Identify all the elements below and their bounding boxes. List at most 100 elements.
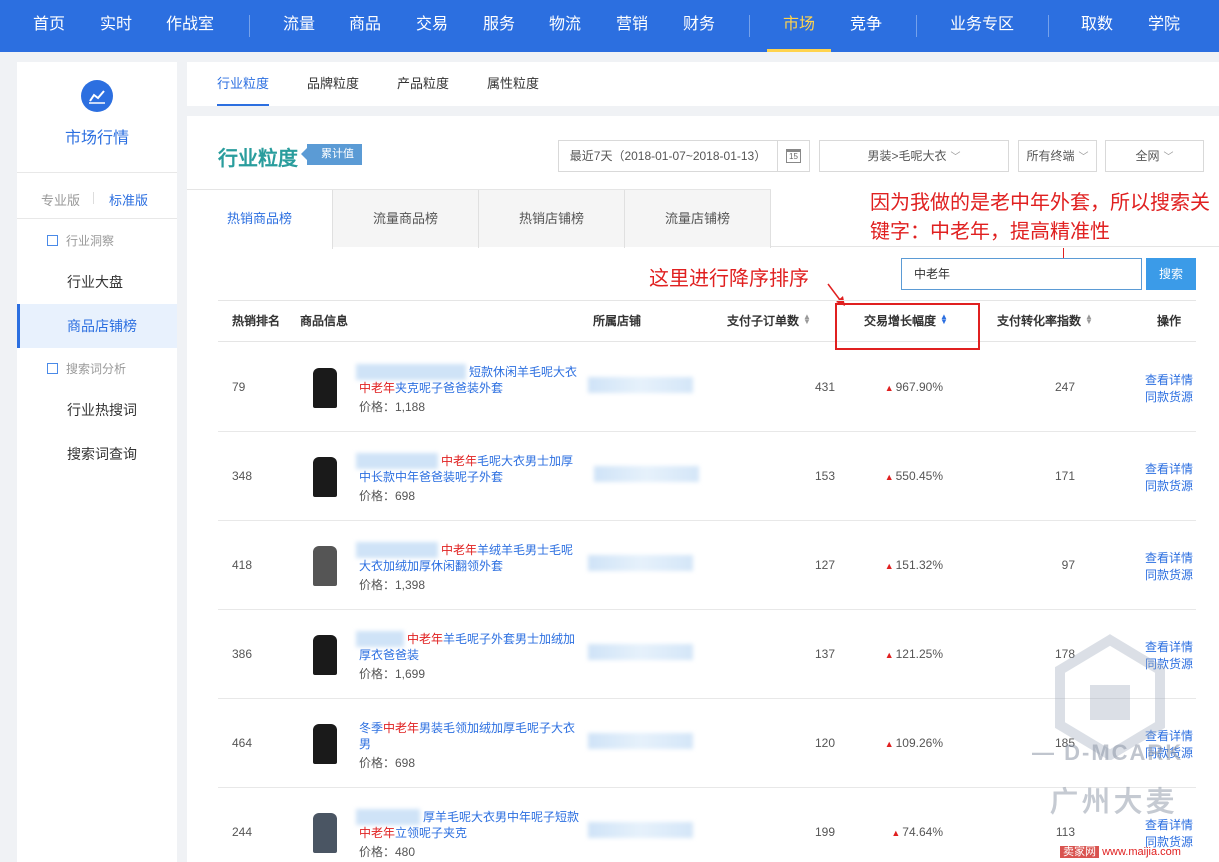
row-ops: 查看详情 同款货源 [1145, 372, 1193, 406]
sidebar-title: 市场行情 [64, 130, 129, 147]
building-icon [47, 235, 58, 246]
category-value: 男装>毛呢大衣 [867, 149, 947, 163]
shop-name-redacted[interactable] [588, 822, 693, 838]
sidebar-item-word-query[interactable]: 搜索词查询 [17, 432, 177, 476]
col-rank: 热销排名 [232, 314, 281, 328]
same-source-link[interactable]: 同款货源 [1145, 478, 1193, 495]
arrow-up-icon: ▲ [884, 472, 894, 482]
title-text: 立领呢子夹克 [395, 826, 468, 840]
tab-industry[interactable]: 行业粒度 [217, 62, 270, 106]
shop-name-redacted[interactable] [588, 733, 693, 749]
sort-annotation: 这里进行降序排序 [649, 266, 809, 290]
divider [17, 172, 177, 173]
coat-icon [313, 457, 337, 497]
product-thumbnail[interactable] [300, 364, 350, 412]
product-title-link[interactable]: 冬季中老年男装毛领加绒加厚毛呢子大衣男 [359, 720, 579, 752]
sort-icon[interactable]: ▲ ▼ [803, 313, 811, 326]
arrow-up-icon: ▲ [884, 739, 894, 749]
title-keyword: 中老年 [359, 826, 396, 840]
nav-finance[interactable]: 财务 [683, 0, 715, 52]
nav-home[interactable]: 首页 [33, 0, 65, 52]
col-orders[interactable]: 支付子订单数 ▲ ▼ [727, 301, 811, 341]
growth-value: ▲ 151.32% [868, 558, 943, 572]
network-select[interactable]: 全网 ﹀ [1105, 140, 1204, 172]
top-nav: 首页 实时 作战室 流量 商品 交易 服务 物流 营销 财务 市场 竞争 业务专… [0, 0, 1219, 52]
tab-traffic-shops[interactable]: 流量店铺榜 [625, 190, 771, 248]
nav-data[interactable]: 取数 [1081, 0, 1113, 52]
rank-tabs: 热销商品榜 流量商品榜 热销店铺榜 流量店铺榜 [187, 189, 771, 249]
shop-name-redacted[interactable] [588, 644, 693, 660]
product-title-link[interactable]: 厚羊毛呢大衣男中年呢子短款中老年立领呢子夹克 [359, 809, 579, 841]
product-title-link[interactable]: 中老年羊毛呢子外套男士加绒加厚衣爸爸装 [359, 631, 579, 663]
nav-academy[interactable]: 学院 [1148, 0, 1180, 52]
orders-value: 153 [814, 469, 835, 483]
tab-attribute[interactable]: 属性粒度 [487, 62, 539, 106]
tab-hot-shops[interactable]: 热销店铺榜 [479, 190, 625, 248]
nav-trade[interactable]: 交易 [416, 0, 448, 52]
title-keyword: 中老年 [383, 721, 420, 735]
same-source-link[interactable]: 同款货源 [1145, 567, 1193, 584]
nav-divider [249, 15, 250, 37]
view-detail-link[interactable]: 查看详情 [1145, 550, 1193, 567]
sidebar-item-dashboard[interactable]: 行业大盘 [17, 260, 177, 304]
category-select[interactable]: 男装>毛呢大衣 ﹀ [819, 140, 1009, 172]
version-pro-tab[interactable]: 专业版 [41, 190, 80, 209]
conversion-value: 97 [1061, 558, 1075, 572]
nav-war-room[interactable]: 作战室 [166, 0, 214, 52]
nav-competition[interactable]: 竞争 [850, 0, 882, 52]
col-orders-label: 支付子订单数 [727, 314, 800, 328]
growth-text: 74.64% [902, 825, 943, 839]
keyword-annotation: 因为我做的是老中年外套，所以搜索关键字：中老年，提高精准性 [870, 190, 1210, 243]
sort-icon[interactable]: ▲ ▼ [1085, 313, 1093, 326]
date-range-picker[interactable]: 最近7天（2018-01-07~2018-01-13） 15 [558, 140, 810, 172]
nav-product[interactable]: 商品 [349, 0, 381, 52]
product-price: 价格：480 [359, 845, 416, 859]
product-thumbnail[interactable] [300, 631, 350, 679]
sidebar-item-shop-rank[interactable]: 商品店铺榜 [17, 304, 177, 348]
version-std-tab[interactable]: 标准版 [109, 190, 148, 209]
nav-traffic[interactable]: 流量 [283, 0, 315, 52]
title-text [359, 454, 441, 468]
row-rank: 79 [232, 380, 246, 394]
same-source-link[interactable]: 同款货源 [1145, 389, 1193, 406]
view-detail-link[interactable]: 查看详情 [1145, 372, 1193, 389]
title-text: 短款休闲羊毛呢大衣 [469, 365, 578, 379]
row-ops: 查看详情 同款货源 [1145, 550, 1193, 584]
terminal-select[interactable]: 所有终端 ﹀ [1018, 140, 1097, 172]
shop-name-redacted[interactable] [588, 555, 693, 571]
growth-text: 550.45% [895, 469, 943, 483]
nav-market[interactable]: 市场 [767, 0, 832, 52]
tab-traffic-products[interactable]: 流量商品榜 [333, 190, 479, 248]
product-title-link[interactable]: 短款休闲羊毛呢大衣中老年夹克呢子爸爸装外套 [359, 364, 579, 396]
product-thumbnail[interactable] [300, 453, 350, 501]
sidebar-item-hot-words[interactable]: 行业热搜词 [17, 388, 177, 432]
view-detail-link[interactable]: 查看详情 [1145, 461, 1193, 478]
nav-logistics[interactable]: 物流 [549, 0, 581, 52]
nav-business-zone[interactable]: 业务专区 [950, 0, 1014, 52]
nav-realtime[interactable]: 实时 [100, 0, 132, 52]
search-button[interactable]: 搜索 [1146, 258, 1196, 290]
tab-brand[interactable]: 品牌粒度 [307, 62, 359, 106]
tab-product[interactable]: 产品粒度 [397, 62, 449, 106]
col-conversion[interactable]: 支付转化率指数 ▲ ▼ [997, 301, 1093, 341]
shop-name-redacted[interactable] [588, 377, 693, 393]
nav-service[interactable]: 服务 [483, 0, 515, 52]
product-title-link[interactable]: 中老年羊绒羊毛男士毛呢大衣加绒加厚休闲翻领外套 [359, 542, 579, 574]
product-thumbnail[interactable] [300, 720, 350, 768]
nav-marketing[interactable]: 营销 [616, 0, 648, 52]
product-price: 价格：698 [359, 756, 416, 770]
search-input[interactable]: 中老年 [901, 258, 1142, 290]
table-row: 418 中老年羊绒羊毛男士毛呢大衣加绒加厚休闲翻领外套 价格：1,398 127… [218, 521, 1196, 610]
tab-hot-products[interactable]: 热销商品榜 [187, 190, 333, 249]
product-thumbnail[interactable] [300, 809, 350, 857]
orders-value: 431 [814, 380, 835, 394]
version-divider [93, 192, 94, 204]
col-conversion-label: 支付转化率指数 [997, 314, 1082, 328]
calendar-icon[interactable]: 15 [777, 141, 809, 171]
watermark-brand: 广州大麦 [1050, 786, 1179, 817]
product-title-link[interactable]: 中老年毛呢大衣男士加厚中长款中年爸爸装呢子外套 [359, 453, 579, 485]
product-price: 价格：698 [359, 489, 416, 503]
shop-name-redacted[interactable] [594, 466, 699, 482]
product-thumbnail[interactable] [300, 542, 350, 590]
site-badge: 卖家网 [1060, 846, 1099, 858]
